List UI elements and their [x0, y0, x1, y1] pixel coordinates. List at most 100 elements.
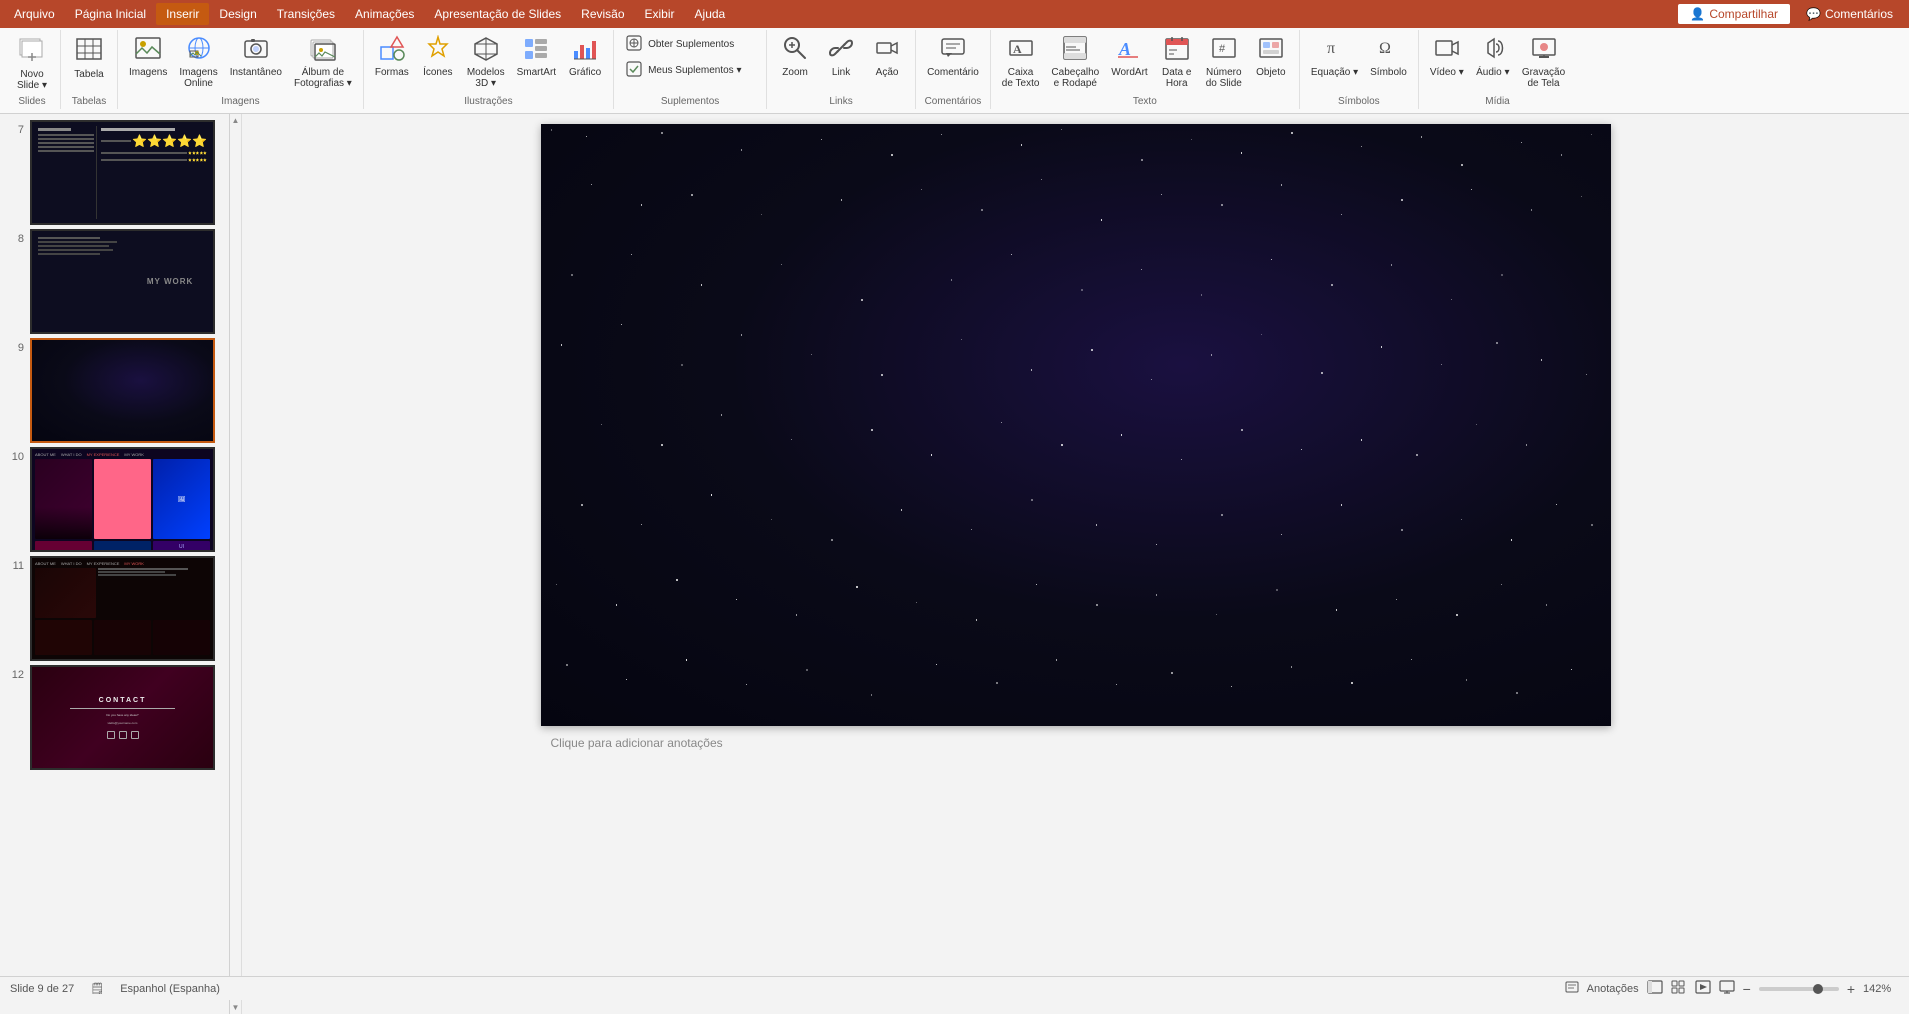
- slide-thumb-container-12: 12 CONTACT Do you have any ideas? Hello@…: [0, 663, 229, 772]
- menu-pagina-inicial[interactable]: Página Inicial: [65, 3, 156, 25]
- instantaneo-button[interactable]: Instantâneo: [225, 32, 287, 81]
- comentario-icon: [940, 35, 966, 65]
- meus-suplementos-button[interactable]: Meus Suplementos ▾: [620, 58, 760, 82]
- obter-suplementos-button[interactable]: Obter Suplementos: [620, 32, 760, 56]
- ribbon-group-tabelas: Tabela Tabelas: [61, 30, 118, 109]
- scroll-arrows: ▲ ▼: [230, 114, 242, 1014]
- zoom-button[interactable]: Zoom: [773, 32, 817, 81]
- ribbon-group-comentarios: Comentário Comentários: [916, 30, 991, 109]
- slide-thumb-7[interactable]: ⭐⭐⭐⭐⭐ ⭐⭐⭐⭐⭐ ⭐⭐⭐⭐⭐: [30, 120, 215, 225]
- equacao-icon: π: [1322, 35, 1348, 65]
- album-fotografias-button[interactable]: Álbum deFotografias ▾: [289, 32, 357, 92]
- meus-suplementos-label: Meus Suplementos ▾: [648, 65, 741, 76]
- ribbon-group-texto-label: Texto: [1133, 94, 1157, 107]
- simbolo-icon: Ω: [1375, 35, 1401, 65]
- slide-info: Slide 9 de 27: [10, 983, 74, 995]
- audio-icon: [1480, 35, 1506, 65]
- menu-apresentacao[interactable]: Apresentação de Slides: [424, 3, 571, 25]
- slide-num-11: 11: [6, 556, 24, 572]
- objeto-button[interactable]: Objeto: [1249, 32, 1293, 81]
- numero-slide-button[interactable]: # Númerodo Slide: [1201, 32, 1247, 92]
- menu-animacoes[interactable]: Animações: [345, 3, 424, 25]
- audio-button[interactable]: Áudio ▾: [1471, 32, 1515, 81]
- normal-view-icon[interactable]: [1647, 980, 1663, 997]
- gravacao-tela-button[interactable]: Gravaçãode Tela: [1517, 32, 1570, 92]
- ribbon-group-suplementos: Obter Suplementos Meus Suplementos ▾ Sup…: [614, 30, 767, 109]
- slide-canvas[interactable]: [541, 124, 1611, 726]
- imagens-online-button[interactable]: ImagensOnline: [174, 32, 222, 92]
- menu-exibir[interactable]: Exibir: [635, 3, 685, 25]
- numero-slide-icon: #: [1211, 35, 1237, 65]
- slide-main: Clique para adicionar anotações: [242, 114, 1909, 1014]
- instantaneo-label: Instantâneo: [230, 67, 282, 78]
- slide-thumb-8[interactable]: MY WORK: [30, 229, 215, 334]
- cabecalho-rodape-button[interactable]: Cabeçalhoe Rodapé: [1046, 32, 1104, 92]
- menu-revisao[interactable]: Revisão: [571, 3, 634, 25]
- presenter-view-icon[interactable]: [1719, 980, 1735, 997]
- slide-num-12: 12: [6, 665, 24, 681]
- menu-ajuda[interactable]: Ajuda: [685, 3, 736, 25]
- ribbon-group-comentarios-label: Comentários: [925, 94, 982, 107]
- zoom-out-button[interactable]: −: [1743, 981, 1751, 997]
- objeto-icon: [1258, 35, 1284, 65]
- slide-sorter-icon[interactable]: [1671, 980, 1687, 997]
- data-hora-label: Data eHora: [1162, 67, 1191, 89]
- video-button[interactable]: Vídeo ▾: [1425, 32, 1469, 81]
- ribbon-group-links-items: Zoom Link: [773, 32, 909, 94]
- tabela-icon: [75, 35, 103, 67]
- svg-text:π: π: [1327, 40, 1335, 57]
- comments-icon: 💬: [1806, 7, 1821, 21]
- menu-transicoes[interactable]: Transições: [267, 3, 345, 25]
- reading-view-icon[interactable]: [1695, 980, 1711, 997]
- comentario-button[interactable]: Comentário: [922, 32, 984, 81]
- share-button[interactable]: 👤 Compartilhar: [1678, 4, 1790, 24]
- slide-thumb-10[interactable]: ABOUT ME WHAT I DO MY EXPERIENCE MY WORK: [30, 447, 215, 552]
- grafico-button[interactable]: Gráfico: [563, 32, 607, 81]
- slide-thumb-9[interactable]: [30, 338, 215, 443]
- data-hora-button[interactable]: Data eHora: [1155, 32, 1199, 92]
- zoom-slider[interactable]: [1759, 987, 1839, 991]
- menu-inserir[interactable]: Inserir: [156, 3, 209, 25]
- ribbon-group-slides: NovoSlide ▾ Slides: [4, 30, 61, 109]
- tabela-button[interactable]: Tabela: [67, 32, 111, 83]
- equacao-label: Equação ▾: [1311, 67, 1358, 78]
- zoom-level[interactable]: 142%: [1863, 983, 1899, 995]
- simbolo-button[interactable]: Ω Símbolo: [1365, 32, 1412, 81]
- link-button[interactable]: Link: [819, 32, 863, 81]
- modelos3d-button[interactable]: Modelos3D ▾: [462, 32, 510, 92]
- equacao-button[interactable]: π Equação ▾: [1306, 32, 1363, 81]
- formas-button[interactable]: Formas: [370, 32, 414, 81]
- ribbon-group-comentarios-items: Comentário: [922, 32, 984, 94]
- slide-thumb-12[interactable]: CONTACT Do you have any ideas? Hello@you…: [30, 665, 215, 770]
- novo-slide-button[interactable]: NovoSlide ▾: [10, 32, 54, 94]
- link-icon: [828, 35, 854, 65]
- slide-thumb-container-7: 7 ⭐⭐⭐⭐⭐: [0, 118, 229, 227]
- acao-button[interactable]: Ação: [865, 32, 909, 81]
- ribbon-group-simbolos: π Equação ▾ Ω Símbolo Símbolos: [1300, 30, 1419, 109]
- menu-design[interactable]: Design: [209, 3, 266, 25]
- icones-button[interactable]: Ícones: [416, 32, 460, 81]
- ribbon-group-ilustracoes-items: Formas Ícones: [370, 32, 607, 94]
- smartart-button[interactable]: SmartArt: [512, 32, 561, 81]
- comments-button[interactable]: 💬 Comentários: [1794, 4, 1905, 24]
- instantaneo-icon: [243, 35, 269, 65]
- ribbon-group-tabelas-label: Tabelas: [72, 94, 106, 107]
- scroll-up-arrow[interactable]: ▲: [232, 116, 240, 125]
- menu-arquivo[interactable]: Arquivo: [4, 3, 65, 25]
- imagens-button[interactable]: Imagens: [124, 32, 172, 81]
- annotation-bar[interactable]: Clique para adicionar anotações: [541, 730, 1611, 756]
- imagens-online-label: ImagensOnline: [179, 67, 217, 89]
- menu-bar: Arquivo Página Inicial Inserir Design Tr…: [0, 0, 1909, 28]
- wordart-button[interactable]: A WordArt: [1106, 32, 1153, 81]
- status-right: Anotações: [1565, 980, 1899, 997]
- formas-label: Formas: [375, 67, 409, 78]
- notes-label[interactable]: Anotações: [1587, 983, 1639, 995]
- caixa-texto-button[interactable]: A Caixade Texto: [997, 32, 1045, 92]
- zoom-in-button[interactable]: +: [1847, 981, 1855, 997]
- comentario-label: Comentário: [927, 67, 979, 78]
- scroll-down-arrow[interactable]: ▼: [232, 1003, 240, 1012]
- slide-num-8: 8: [6, 229, 24, 245]
- notes-button[interactable]: [1565, 980, 1579, 997]
- slide-thumb-11[interactable]: ABOUT ME WHAT I DO MY EXPERIENCE MY WORK: [30, 556, 215, 661]
- ribbon-group-slides-items: NovoSlide ▾: [10, 32, 54, 94]
